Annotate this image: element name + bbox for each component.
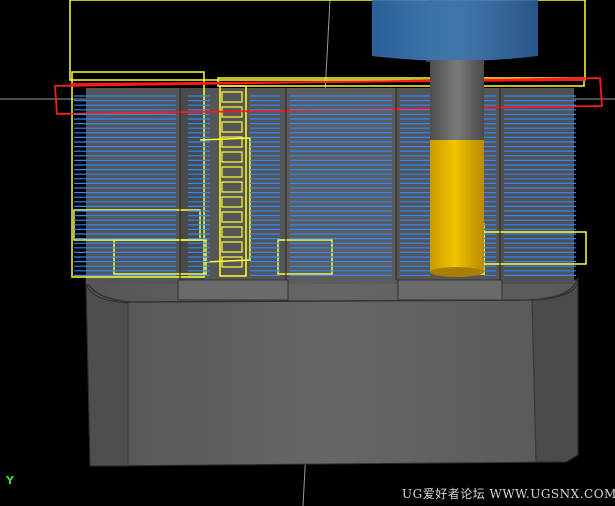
tool-shank[interactable] — [430, 60, 484, 140]
wcs-axis-y-label: Y — [6, 474, 14, 487]
part-body[interactable] — [85, 277, 579, 467]
graphics-viewport[interactable] — [0, 0, 615, 506]
tool-holder[interactable] — [372, 0, 538, 62]
part-upper-block[interactable] — [86, 88, 574, 301]
watermark-text: UG爱好者论坛 WWW.UGSNX.COM — [402, 487, 615, 501]
tool-flute[interactable] — [430, 140, 484, 277]
